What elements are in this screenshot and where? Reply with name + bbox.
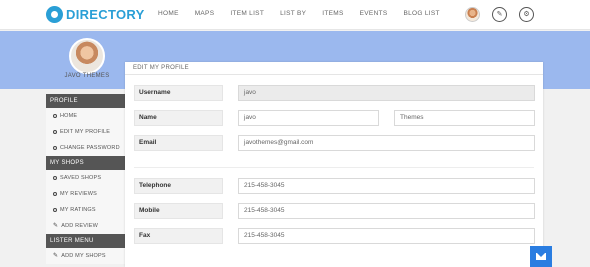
top-navigation-bar: DIRECTORY HOME MAPS ITEM LIST LIST BY IT… xyxy=(0,0,590,30)
mail-button[interactable] xyxy=(530,246,552,267)
mobile-row: Mobile 215-458-3045 xyxy=(134,203,535,219)
header-actions: ✎ ⚙ xyxy=(465,7,534,22)
first-name-field[interactable]: javo xyxy=(238,110,379,126)
section-divider xyxy=(134,167,534,168)
sidebar-item-label: CHANGE PASSWORD xyxy=(60,145,120,151)
telephone-field[interactable]: 215-458-3045 xyxy=(238,178,535,194)
settings-icon[interactable]: ⚙ xyxy=(519,7,534,22)
sidebar-header-lister-menu: LISTER MENU xyxy=(46,234,125,248)
sidebar-item-label: ADD REVIEW xyxy=(61,223,99,229)
circle-icon xyxy=(53,114,57,118)
username-row: Username javo xyxy=(134,85,535,101)
email-label: Email xyxy=(134,135,223,151)
nav-item-items[interactable]: ITEMS xyxy=(322,10,343,17)
email-field[interactable]: javothemes@gmail.com xyxy=(238,135,535,151)
sidebar-item-my-reviews[interactable]: MY REVIEWS xyxy=(46,186,125,202)
circle-icon xyxy=(53,192,57,196)
sidebar-item-label: MY REVIEWS xyxy=(60,191,98,197)
sidebar-item-my-ratings[interactable]: MY RATINGS xyxy=(46,202,125,218)
pencil-icon: ✎ xyxy=(53,223,59,229)
circle-icon xyxy=(53,176,57,180)
card-title: EDIT MY PROFILE xyxy=(125,62,543,75)
profile-name: JAVO THEMES xyxy=(64,73,110,79)
circle-icon xyxy=(53,130,57,134)
fax-field[interactable]: 215-458-3045 xyxy=(238,228,535,244)
name-row: Name javo Themes xyxy=(134,110,535,126)
sidebar-item-label: EDIT MY PROFILE xyxy=(60,129,111,135)
circle-icon xyxy=(53,208,57,212)
sidebar-item-label: ADD MY SHOPS xyxy=(61,253,106,259)
edit-profile-card: EDIT MY PROFILE Username javo Name javo … xyxy=(125,62,543,267)
sidebar: PROFILE HOME EDIT MY PROFILE CHANGE PASS… xyxy=(46,94,125,264)
mobile-label: Mobile xyxy=(134,203,223,219)
sidebar-header-profile: PROFILE xyxy=(46,94,125,108)
pencil-icon: ✎ xyxy=(53,253,59,259)
username-field: javo xyxy=(238,85,535,101)
telephone-label: Telephone xyxy=(134,178,223,194)
edit-icon[interactable]: ✎ xyxy=(492,7,507,22)
nav-item-item-list[interactable]: ITEM LIST xyxy=(230,10,264,17)
sidebar-item-add-my-shops[interactable]: ✎ ADD MY SHOPS xyxy=(46,248,125,264)
nav-item-events[interactable]: EVENTS xyxy=(360,10,388,17)
user-avatar-icon[interactable] xyxy=(465,7,480,22)
sidebar-item-label: MY RATINGS xyxy=(60,207,96,213)
circle-icon xyxy=(53,146,57,150)
last-name-field[interactable]: Themes xyxy=(394,110,535,126)
logo-pin-icon xyxy=(46,6,63,23)
main-nav: HOME MAPS ITEM LIST LIST BY ITEMS EVENTS… xyxy=(158,10,456,17)
sidebar-item-change-password[interactable]: CHANGE PASSWORD xyxy=(46,140,125,156)
sidebar-item-home[interactable]: HOME xyxy=(46,108,125,124)
fax-label: Fax xyxy=(134,228,223,244)
nav-item-home[interactable]: HOME xyxy=(158,10,179,17)
mobile-field[interactable]: 215-458-3045 xyxy=(238,203,535,219)
sidebar-item-saved-shops[interactable]: SAVED SHOPS xyxy=(46,170,125,186)
nav-item-blog-list[interactable]: BLOG LIST xyxy=(403,10,439,17)
sidebar-item-label: HOME xyxy=(60,113,78,119)
page: DIRECTORY HOME MAPS ITEM LIST LIST BY IT… xyxy=(0,0,590,267)
fax-row: Fax 215-458-3045 xyxy=(134,228,535,244)
logo[interactable]: DIRECTORY xyxy=(46,6,145,23)
username-label: Username xyxy=(134,85,223,101)
email-row: Email javothemes@gmail.com xyxy=(134,135,535,151)
sidebar-item-edit-my-profile[interactable]: EDIT MY PROFILE xyxy=(46,124,125,140)
sidebar-item-add-review[interactable]: ✎ ADD REVIEW xyxy=(46,218,125,234)
nav-item-list-by[interactable]: LIST BY xyxy=(280,10,306,17)
profile-avatar xyxy=(69,38,105,74)
telephone-row: Telephone 215-458-3045 xyxy=(134,178,535,194)
sidebar-item-label: SAVED SHOPS xyxy=(60,175,102,181)
name-label: Name xyxy=(134,110,223,126)
logo-text: DIRECTORY xyxy=(66,7,145,22)
envelope-icon xyxy=(536,253,546,260)
sidebar-header-my-shops: MY SHOPS xyxy=(46,156,125,170)
nav-item-maps[interactable]: MAPS xyxy=(195,10,215,17)
